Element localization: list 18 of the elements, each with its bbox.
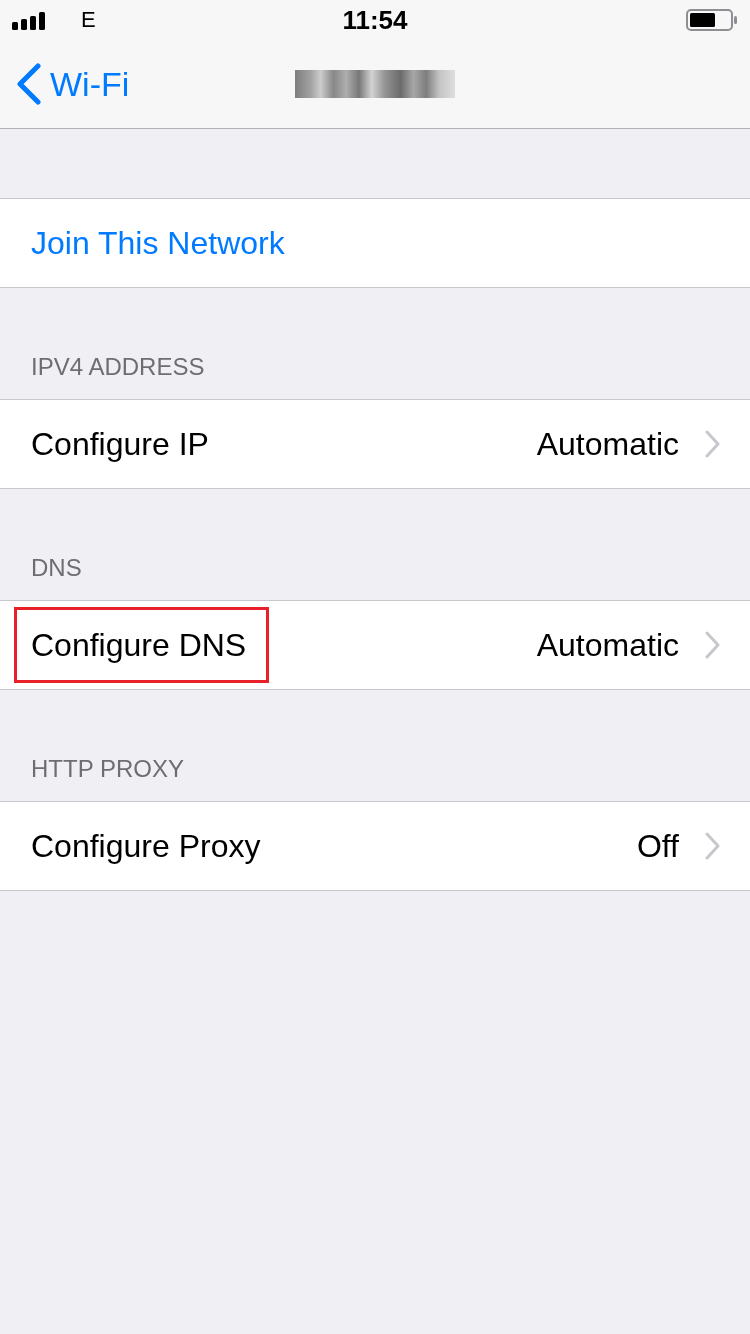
section-header: DNS bbox=[30, 553, 83, 583]
battery-icon bbox=[686, 9, 738, 31]
row-value: Automatic bbox=[536, 626, 679, 664]
back-button[interactable]: Wi-Fi bbox=[16, 63, 130, 105]
chevron-right-icon bbox=[705, 430, 720, 458]
row-label: Configure IP bbox=[31, 425, 209, 463]
chevron-right-icon bbox=[705, 832, 720, 860]
row-value: Off bbox=[636, 827, 679, 865]
section-header: IPV4 ADDRESS bbox=[30, 352, 206, 382]
row-label: Configure DNS bbox=[31, 626, 247, 664]
network-type: E bbox=[81, 8, 96, 32]
section-header: HTTP PROXY bbox=[30, 754, 185, 784]
clock-time: 11:54 bbox=[342, 5, 408, 35]
signal-bars-icon bbox=[12, 11, 46, 30]
back-chevron-icon bbox=[16, 63, 42, 105]
row-value: Automatic bbox=[536, 425, 679, 463]
chevron-right-icon bbox=[705, 631, 720, 659]
row-label: Configure Proxy bbox=[31, 827, 261, 865]
